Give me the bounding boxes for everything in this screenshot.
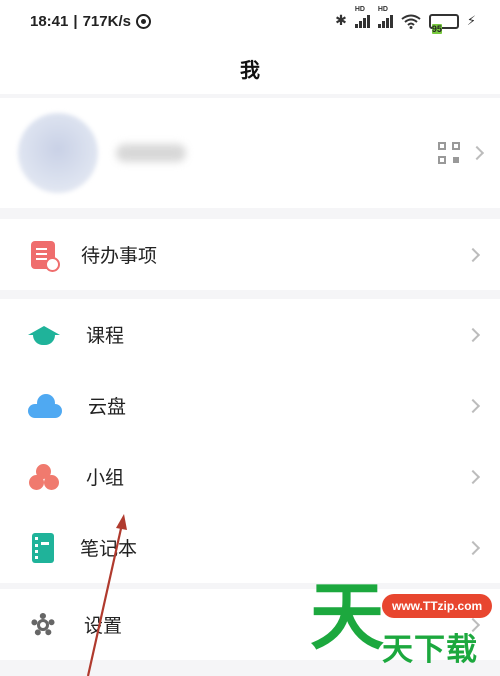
- menu-item-label: 云盘: [88, 396, 127, 418]
- user-name-blurred: [116, 144, 186, 162]
- status-bar: 18:41 | 717K/s ✱ HD HD 95 ⚡: [0, 0, 500, 42]
- battery-level: 95: [431, 23, 442, 34]
- menu-item-todo[interactable]: 待办事项: [0, 219, 500, 290]
- profile-card[interactable]: [0, 98, 500, 208]
- chevron-right-icon: [465, 327, 481, 342]
- signal-label-2: HD: [377, 6, 388, 13]
- menu-item-notebook[interactable]: 笔记本: [0, 512, 500, 583]
- profile-actions: [438, 142, 485, 164]
- battery-icon: 95: [428, 13, 459, 34]
- learning-section: 课程 云盘 小组 笔记本: [0, 299, 500, 583]
- course-icon: [28, 320, 60, 350]
- cloud-icon: [28, 393, 62, 418]
- qr-code-icon[interactable]: [438, 142, 460, 164]
- charging-icon: ⚡: [466, 13, 476, 29]
- status-time: 18:41: [30, 12, 69, 30]
- wifi-icon: [401, 14, 421, 29]
- menu-item-label: 待办事项: [81, 245, 158, 267]
- bluetooth-icon: ✱: [335, 13, 347, 29]
- menu-item-label: 笔记本: [80, 538, 138, 560]
- status-left: 18:41 | 717K/s: [30, 13, 151, 30]
- notebook-icon: [32, 532, 54, 563]
- signal-icon: HD: [354, 6, 370, 28]
- menu-item-label: 小组: [86, 467, 125, 489]
- menu-item-label: 课程: [86, 325, 125, 347]
- watermark-text: 天下载: [382, 632, 478, 668]
- group-icon: [28, 462, 60, 492]
- watermark-url: www.TTzip.com: [382, 594, 493, 618]
- todo-icon: [31, 240, 60, 272]
- chevron-right-icon: [465, 469, 481, 484]
- chevron-right-icon: [465, 540, 481, 555]
- menu-item-group[interactable]: 小组: [0, 441, 500, 512]
- menu-item-label: 设置: [84, 615, 123, 637]
- avatar[interactable]: [18, 113, 98, 193]
- chevron-right-icon: [465, 247, 481, 262]
- sync-icon: [135, 13, 151, 29]
- watermark-glyph: 天: [310, 574, 384, 660]
- watermark: 天 www.TTzip.com 天下载: [308, 580, 500, 676]
- signal-label: HD: [354, 6, 365, 13]
- menu-item-course[interactable]: 课程: [0, 299, 500, 370]
- status-right: ✱ HD HD 95 ⚡: [335, 6, 476, 34]
- chevron-right-icon: [465, 398, 481, 413]
- chevron-right-icon: [469, 145, 485, 161]
- status-separator: |: [73, 12, 78, 30]
- network-speed: 717K/s: [82, 12, 131, 30]
- todo-section: 待办事项: [0, 219, 500, 290]
- menu-item-cloud[interactable]: 云盘: [0, 370, 500, 441]
- signal-icon-2: HD: [377, 6, 393, 28]
- header: 我: [0, 42, 500, 94]
- page-title: 我: [240, 57, 260, 82]
- settings-icon: [28, 610, 58, 640]
